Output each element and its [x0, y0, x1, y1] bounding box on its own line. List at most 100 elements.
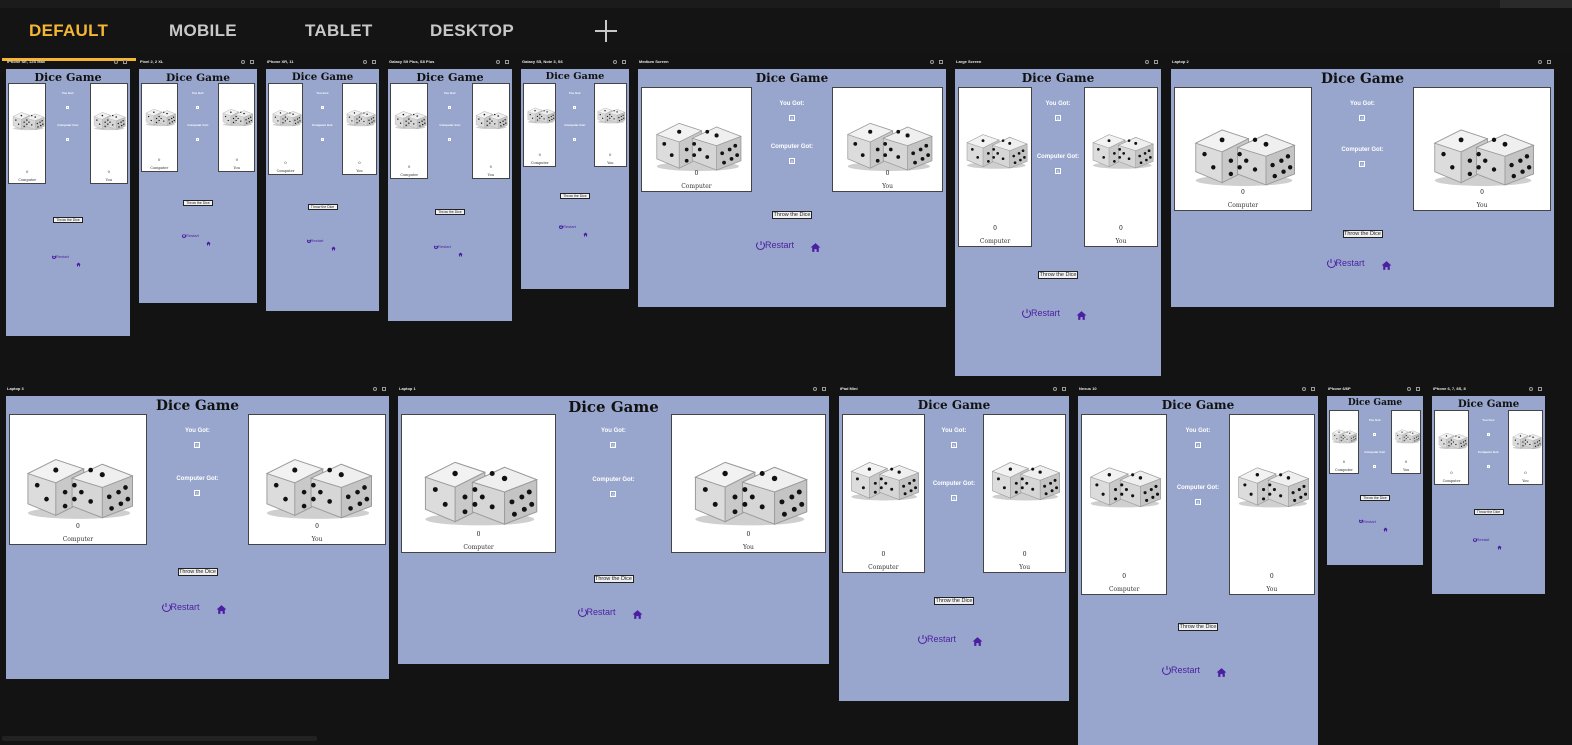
restart-button[interactable]: Restart	[756, 240, 794, 251]
home-icon[interactable]	[583, 224, 588, 242]
screenshot-icon[interactable]	[622, 60, 626, 64]
throw-dice-button[interactable]: Throw the Dice	[183, 200, 213, 206]
tab-desktop[interactable]: DESKTOP	[430, 9, 514, 53]
restart-button[interactable]: Restart	[918, 634, 956, 644]
rotate-icon[interactable]	[930, 60, 934, 64]
tab-mobile[interactable]: MOBILE	[169, 9, 237, 53]
screenshot-icon[interactable]	[822, 387, 826, 391]
throw-dice-button[interactable]: Throw the Dice	[934, 597, 974, 605]
dice-icon	[526, 105, 556, 124]
screenshot-icon[interactable]	[505, 60, 509, 64]
home-icon[interactable]	[206, 233, 211, 251]
restart-button[interactable]: Restart	[577, 607, 616, 618]
screenshot-icon[interactable]	[1416, 387, 1420, 391]
restart-button[interactable]: Restart	[1472, 537, 1489, 542]
home-icon[interactable]	[632, 607, 643, 625]
rotate-icon[interactable]	[1529, 387, 1533, 391]
screenshot-icon[interactable]	[372, 60, 376, 64]
page-title: Dice Game	[1021, 71, 1095, 85]
restart-button[interactable]: Restart	[1022, 308, 1060, 319]
tab-default[interactable]: DEFAULT	[29, 9, 108, 53]
screenshot-icon[interactable]	[382, 387, 386, 391]
rotate-icon[interactable]	[496, 60, 500, 64]
you-card-label: You	[233, 165, 240, 170]
dice-icon	[988, 455, 1063, 501]
you-card-score: 0	[1524, 471, 1527, 476]
device-name: Galaxy S9 Plus, S8 Plus	[389, 59, 435, 64]
home-icon[interactable]	[1383, 519, 1388, 537]
power-icon	[1472, 537, 1477, 542]
restart-button[interactable]: Restart	[434, 244, 451, 249]
device-name: iPhone XR, 11	[267, 59, 294, 64]
tab-tablet[interactable]: TABLET	[305, 9, 373, 53]
restart-label: Restart	[310, 237, 324, 243]
home-icon[interactable]	[972, 634, 983, 652]
you-got-label: You Got:	[568, 91, 582, 95]
dice-icon	[648, 114, 748, 172]
throw-dice-button[interactable]: Throw the Dice	[1473, 509, 1504, 515]
screenshot-icon[interactable]	[1547, 60, 1551, 64]
rotate-icon[interactable]	[373, 387, 377, 391]
rotate-icon[interactable]	[1538, 60, 1542, 64]
restart-button[interactable]: Restart	[1326, 258, 1365, 269]
throw-dice-button[interactable]: Throw the Dice	[53, 216, 83, 223]
you-got-label: You Got:	[941, 428, 967, 434]
rotate-icon[interactable]	[363, 60, 367, 64]
page-title: Dice Game	[917, 398, 991, 412]
restart-button[interactable]: Restart	[182, 233, 199, 238]
rotate-icon[interactable]	[1053, 387, 1057, 391]
rotate-icon[interactable]	[114, 60, 118, 64]
computer-card: 0 Computer	[1081, 414, 1168, 596]
restart-button[interactable]: Restart	[1162, 665, 1200, 676]
restart-button[interactable]: Restart	[161, 602, 200, 612]
throw-dice-button[interactable]: Throw the Dice	[177, 567, 218, 576]
home-icon[interactable]	[76, 254, 81, 272]
home-icon[interactable]	[1496, 537, 1502, 555]
throw-dice-button[interactable]: Throw the Dice	[593, 574, 634, 583]
you-card-score: 0	[746, 531, 751, 539]
score-panel: You Got: 0 Computer Got: 0	[428, 91, 471, 145]
screenshot-icon[interactable]	[250, 60, 254, 64]
home-icon[interactable]	[216, 602, 227, 620]
throw-dice-button[interactable]: Throw the Dice	[772, 211, 812, 220]
throw-dice-button[interactable]: Throw the Dice	[435, 209, 465, 215]
rotate-icon[interactable]	[1302, 387, 1306, 391]
screenshot-icon[interactable]	[939, 60, 943, 64]
rotate-icon[interactable]	[613, 60, 617, 64]
score-panel: You Got: 0 Computer Got: 0	[556, 91, 593, 145]
home-icon[interactable]	[330, 238, 336, 256]
plus-icon[interactable]	[594, 19, 618, 43]
screenshot-icon[interactable]	[1154, 60, 1158, 64]
screenshot-icon[interactable]	[123, 60, 127, 64]
rotate-icon[interactable]	[813, 387, 817, 391]
home-icon[interactable]	[1076, 308, 1087, 326]
restart-button[interactable]: Restart	[306, 237, 324, 243]
throw-dice-button[interactable]: Throw the Dice	[1038, 271, 1078, 280]
computer-card-label: Computer	[1442, 479, 1461, 484]
horizontal-scrollbar[interactable]	[2, 736, 317, 741]
screenshot-icon[interactable]	[1311, 387, 1315, 391]
dice-icon	[144, 106, 177, 127]
you-card-score: 0	[1119, 224, 1123, 232]
rotate-icon[interactable]	[241, 60, 245, 64]
you-score: 0	[1486, 433, 1490, 436]
restart-button[interactable]: Restart	[559, 224, 576, 229]
dice-icon	[17, 448, 141, 520]
restart-button[interactable]: Restart	[52, 254, 69, 259]
computer-card-score: 0	[158, 157, 161, 162]
home-icon[interactable]	[1216, 665, 1227, 683]
home-icon[interactable]	[458, 244, 463, 262]
screenshot-icon[interactable]	[1538, 387, 1542, 391]
restart-button[interactable]: Restart	[1359, 519, 1376, 524]
throw-dice-button[interactable]: Throw the Dice	[1360, 494, 1390, 501]
dice-icon	[221, 106, 254, 127]
rotate-icon[interactable]	[1145, 60, 1149, 64]
throw-dice-button[interactable]: Throw the Dice	[1178, 623, 1218, 632]
throw-dice-button[interactable]: Throw the Dice	[560, 193, 590, 199]
home-icon[interactable]	[1381, 258, 1392, 276]
home-icon[interactable]	[810, 240, 821, 258]
screenshot-icon[interactable]	[1062, 387, 1066, 391]
rotate-icon[interactable]	[1407, 387, 1411, 391]
throw-dice-button[interactable]: Throw the Dice	[307, 204, 338, 210]
throw-dice-button[interactable]: Throw the Dice	[1342, 229, 1383, 238]
